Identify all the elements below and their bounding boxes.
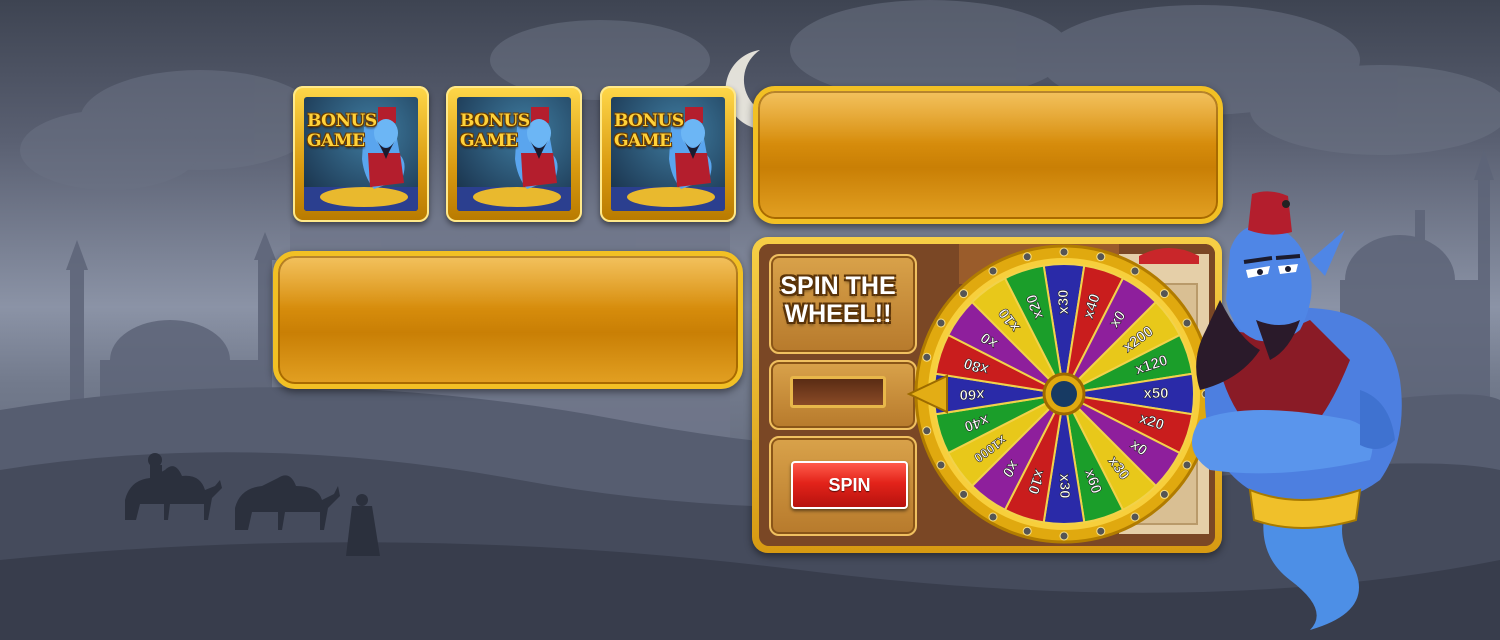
wheel-rim-stud	[922, 426, 932, 436]
bonus-game-tile[interactable]: BONUS GAME	[293, 86, 429, 222]
wheel-rim-stud	[988, 512, 998, 522]
bonus-tile-title: BONUS GAME	[307, 111, 377, 151]
left-info-panel	[273, 251, 743, 389]
wheel-rim-stud	[959, 489, 969, 499]
bonus-tile-title: BONUS GAME	[614, 111, 684, 151]
wheel-rim-stud	[988, 266, 998, 276]
bonus-game-icon: BONUS GAME	[457, 97, 571, 211]
bonus-game-tile[interactable]: BONUS GAME	[600, 86, 736, 222]
spin-the-wheel-title: SPIN THE WHEEL!!	[780, 272, 896, 328]
wheel-segment-label: x60	[959, 386, 984, 403]
wheel-rim-stud	[936, 318, 946, 328]
wheel-rim-stud	[1130, 512, 1140, 522]
top-right-panel	[753, 86, 1223, 224]
bonus-game-tile[interactable]: BONUS GAME	[446, 86, 582, 222]
wheel-rim-stud	[1059, 247, 1069, 257]
wheel-rim-stud	[1130, 266, 1140, 276]
wheel-rim-stud	[1059, 531, 1069, 541]
wheel-segment-label: x30	[1055, 289, 1072, 314]
wheel-hub-center	[1051, 381, 1077, 407]
wheel-rim-stud	[1022, 252, 1032, 262]
wheel-segment-label: x30	[1056, 473, 1073, 498]
spin-button[interactable]: SPIN	[791, 461, 908, 509]
wheel-rim-stud	[1096, 252, 1106, 262]
wheel-rim-stud	[936, 460, 946, 470]
game-stage: BONUS GAME BONUS GAME BONUS GAME SPIN TH…	[0, 0, 1500, 640]
wheel-rim-stud	[959, 289, 969, 299]
bonus-game-icon: BONUS GAME	[304, 97, 418, 211]
wheel-rim-stud	[922, 352, 932, 362]
wheel-rim-stud	[1022, 526, 1032, 536]
wheel-panel-inner: SPIN THE WHEEL!! SPIN x30 x40 x0 x200 x120 x5…	[759, 244, 1215, 546]
win-amount-field	[790, 376, 886, 408]
bonus-game-icon: BONUS GAME	[611, 97, 725, 211]
genie-character	[1192, 191, 1402, 630]
bonus-tile-title: BONUS GAME	[460, 111, 530, 151]
wheel-rim-stud	[1096, 526, 1106, 536]
wheel-panel: SPIN THE WHEEL!! SPIN x30 x40 x0 x200 x120 x5…	[752, 237, 1222, 553]
